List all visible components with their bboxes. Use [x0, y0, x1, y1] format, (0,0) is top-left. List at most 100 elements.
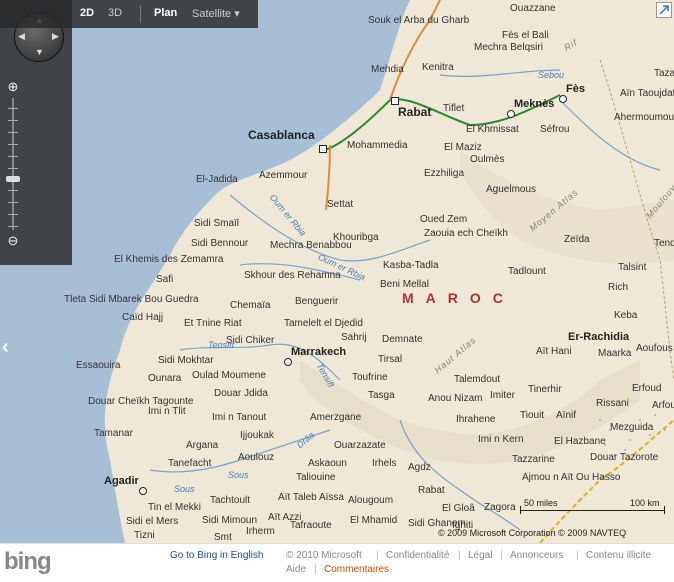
bing-logo[interactable]: bing: [4, 548, 52, 576]
place-label[interactable]: Mechra Belqsiri: [474, 42, 543, 53]
place-label[interactable]: Essaouira: [76, 360, 120, 371]
place-label[interactable]: Zagora: [484, 502, 516, 513]
place-label[interactable]: Arfoud: [652, 400, 674, 411]
place-label[interactable]: Tinerhir: [528, 384, 562, 395]
place-label[interactable]: Tendrara: [654, 238, 674, 249]
place-label[interactable]: Aït Hani: [536, 346, 572, 357]
place-label[interactable]: Rabat: [418, 485, 445, 496]
place-label[interactable]: Mohammedia: [347, 140, 408, 151]
place-label[interactable]: Safi: [156, 274, 173, 285]
place-label[interactable]: Askaoun: [308, 458, 347, 469]
place-label[interactable]: Talemdout: [454, 374, 500, 385]
place-label[interactable]: Souk el Arba du Gharb: [368, 15, 469, 26]
place-label[interactable]: Imi n Tanout: [212, 412, 266, 423]
city-marker[interactable]: [319, 145, 327, 153]
satellite-dropdown[interactable]: Satellite ▾: [192, 7, 240, 20]
place-label[interactable]: Sidi el Mers: [126, 516, 178, 527]
place-label[interactable]: Argana: [186, 440, 218, 451]
city-agadir[interactable]: Agadir: [104, 476, 139, 487]
place-label[interactable]: Demnate: [382, 334, 423, 345]
place-label[interactable]: Aoulouz: [238, 452, 274, 463]
map-canvas[interactable]: Casablanca Rabat Meknès Fès Marrakech Ag…: [0, 0, 674, 543]
place-label[interactable]: Irhels: [372, 458, 396, 469]
place-label[interactable]: Tirsal: [378, 354, 402, 365]
place-label[interactable]: Oulad Moumene: [192, 370, 266, 381]
place-label[interactable]: Er-Rachidia: [568, 332, 629, 343]
place-label[interactable]: Azemmour: [259, 170, 307, 181]
place-label[interactable]: Mezguida: [610, 422, 653, 433]
city-fes[interactable]: Fès: [566, 84, 585, 95]
place-label[interactable]: Imi n Kern: [478, 434, 524, 445]
place-label[interactable]: Imiter: [490, 390, 515, 401]
place-label[interactable]: Tasga: [368, 390, 395, 401]
place-label[interactable]: Aïn Taoujdate: [620, 88, 674, 99]
place-label[interactable]: Benguerir: [295, 296, 338, 307]
place-label[interactable]: Amerzgane: [310, 412, 361, 423]
place-label[interactable]: Maarka: [598, 348, 631, 359]
footer-link-privacy[interactable]: Confidentialité: [386, 550, 449, 561]
place-label[interactable]: Tachtoult: [210, 495, 250, 506]
place-label[interactable]: Et Tnine Riat: [184, 318, 242, 329]
place-label[interactable]: Zeïda: [564, 234, 590, 245]
place-label[interactable]: Taliouine: [296, 472, 335, 483]
place-label[interactable]: Anou Nizam: [428, 393, 482, 404]
place-label[interactable]: Kenitra: [422, 62, 454, 73]
place-label[interactable]: Ajmou n Aït Ou Hasso: [522, 472, 620, 483]
place-label[interactable]: Ouarzazate: [334, 440, 386, 451]
city-marker[interactable]: [559, 95, 567, 103]
place-label[interactable]: Rissani: [596, 398, 629, 409]
view-3d-button[interactable]: 3D: [108, 7, 122, 19]
place-label[interactable]: Ouazzane: [510, 3, 556, 14]
place-label[interactable]: Sidi Smaïl: [194, 218, 239, 229]
place-label[interactable]: Fès el Bali: [502, 30, 549, 41]
place-label[interactable]: El Gloâ: [442, 503, 475, 514]
place-label[interactable]: Chemaïa: [230, 300, 271, 311]
place-label[interactable]: Tamanar: [94, 428, 133, 439]
place-label[interactable]: Oued Zem: [420, 214, 467, 225]
place-label[interactable]: Tin el Mekki: [148, 502, 201, 513]
place-label[interactable]: Kasba-Tadla: [383, 260, 439, 271]
place-label[interactable]: Tiouit: [520, 410, 544, 421]
go-to-bing-english-link[interactable]: Go to Bing in English: [170, 550, 263, 561]
footer-link-legal[interactable]: Légal: [468, 550, 492, 561]
place-label[interactable]: Tanefacht: [168, 458, 211, 469]
zoom-out-icon[interactable]: ⊖: [6, 234, 20, 248]
place-label[interactable]: Aïnif: [556, 410, 576, 421]
footer-link-help[interactable]: Aide: [286, 564, 306, 575]
place-label[interactable]: Douar Jdida: [214, 388, 268, 399]
view-2d-button[interactable]: 2D: [80, 7, 94, 19]
place-label[interactable]: El Maziz: [444, 142, 482, 153]
place-label[interactable]: Rich: [608, 282, 628, 293]
city-marker[interactable]: [139, 487, 147, 495]
city-marker[interactable]: [391, 97, 399, 105]
city-marker[interactable]: [284, 358, 292, 366]
place-label[interactable]: El Mhamid: [350, 515, 397, 526]
place-label[interactable]: Taza: [654, 68, 674, 79]
place-label[interactable]: Keba: [614, 310, 637, 321]
place-label[interactable]: Tadlount: [508, 266, 546, 277]
place-label[interactable]: El-Jadida: [196, 174, 238, 185]
pan-left-icon[interactable]: ◀: [18, 31, 25, 42]
place-label[interactable]: Sidi Mimoun: [202, 515, 257, 526]
place-label[interactable]: Mechra Benabbou: [270, 240, 352, 251]
city-marker[interactable]: [507, 110, 515, 118]
place-label[interactable]: Sahrij: [341, 332, 367, 343]
place-label[interactable]: Ijjoukak: [240, 430, 274, 441]
place-label[interactable]: Talsint: [618, 262, 646, 273]
place-label[interactable]: Alougoum: [348, 495, 393, 506]
place-label[interactable]: Aït Taleb Aïssa: [278, 492, 344, 503]
zoom-in-icon[interactable]: ⊕: [6, 80, 20, 94]
place-label[interactable]: Settat: [327, 199, 353, 210]
place-label[interactable]: El Khmissat: [466, 124, 519, 135]
place-label[interactable]: Aguelmous: [486, 184, 536, 195]
place-label[interactable]: Ihrahene: [456, 414, 495, 425]
place-label[interactable]: Sidi Bennour: [191, 238, 248, 249]
place-label[interactable]: Agdz: [408, 462, 431, 473]
place-label[interactable]: Beni Mellal: [380, 279, 429, 290]
collapse-left-icon[interactable]: ‹: [2, 336, 9, 359]
place-label[interactable]: Oulmès: [470, 154, 504, 165]
place-label[interactable]: Toufrine: [352, 372, 388, 383]
place-label[interactable]: El Hazbane: [554, 436, 606, 447]
feedback-link[interactable]: Commentaires: [324, 564, 389, 575]
place-label[interactable]: Tazzarine: [512, 454, 555, 465]
